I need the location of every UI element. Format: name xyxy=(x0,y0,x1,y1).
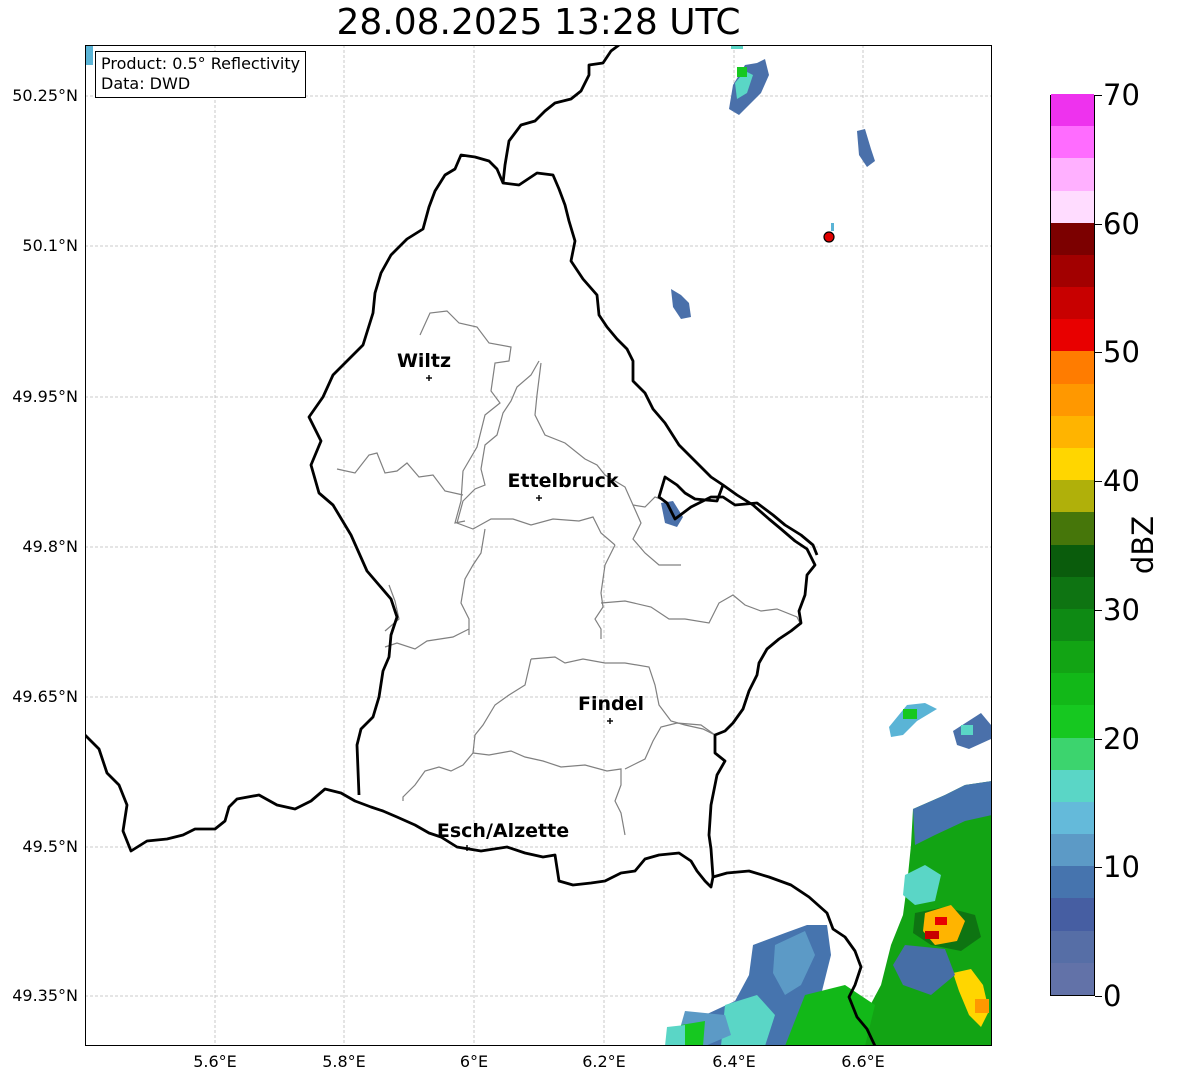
colorbar-tick-label: 50 xyxy=(1103,335,1140,370)
product-label: Product: 0.5° Reflectivity xyxy=(101,54,301,73)
colorbar-tick-mark xyxy=(1095,609,1102,611)
colorbar-segment xyxy=(1051,897,1094,931)
lon-tick-label: 5.8°E xyxy=(322,1052,366,1071)
colorbar-segment xyxy=(1051,447,1094,481)
lon-tick-label: 6°E xyxy=(459,1052,489,1071)
lat-tick-label: 49.65°N xyxy=(12,687,78,706)
colorbar-segment xyxy=(1051,318,1094,352)
colorbar-segment xyxy=(1051,125,1094,159)
colorbar-tick-label: 10 xyxy=(1103,850,1140,885)
dbz-colorbar xyxy=(1050,93,1095,996)
colorbar-segment xyxy=(1051,801,1094,835)
colorbar-tick-label: 40 xyxy=(1103,464,1140,499)
city-label-ettelbruck: Ettelbruck xyxy=(507,470,619,492)
lon-tick-label: 6.2°E xyxy=(582,1052,626,1071)
city-marker-wiltz xyxy=(426,375,432,381)
colorbar-tick-mark xyxy=(1095,95,1102,96)
product-info-box: Product: 0.5° Reflectivity Data: DWD xyxy=(95,51,307,98)
colorbar-segment xyxy=(1051,479,1094,513)
radar-echoes xyxy=(85,45,992,1046)
canton-borders xyxy=(336,310,802,836)
colorbar-segment xyxy=(1051,769,1094,802)
map-title: 28.08.2025 13:28 UTC xyxy=(336,2,741,43)
national-border xyxy=(85,45,877,1046)
colorbar-segment xyxy=(1051,415,1094,448)
city-label-wiltz: Wiltz xyxy=(396,350,452,372)
colorbar-segment xyxy=(1051,576,1094,609)
colorbar-tick-mark xyxy=(1095,352,1102,354)
radar-map xyxy=(85,45,992,1046)
colorbar-tick-label: 60 xyxy=(1103,206,1140,241)
colorbar-tick-mark xyxy=(1095,867,1102,869)
colorbar-segment xyxy=(1051,544,1094,577)
colorbar-segment xyxy=(1051,737,1094,770)
colorbar-segment xyxy=(1051,930,1094,963)
lat-tick-label: 49.35°N xyxy=(12,986,78,1005)
colorbar-segment xyxy=(1051,157,1094,191)
colorbar-segment xyxy=(1051,704,1094,738)
lon-tick-label: 6.4°E xyxy=(712,1052,756,1071)
gridlines xyxy=(85,45,992,1046)
map-border xyxy=(85,45,992,1046)
colorbar-tick-mark xyxy=(1095,738,1102,740)
city-marker-findel xyxy=(607,718,613,724)
colorbar-label: dBZ xyxy=(1126,515,1160,575)
colorbar-segment xyxy=(1051,608,1094,642)
colorbar-segment xyxy=(1051,350,1094,384)
city-marker-ettelbruck xyxy=(536,495,542,501)
city-markers xyxy=(426,375,613,851)
colorbar-segment xyxy=(1051,93,1094,127)
colorbar-segment xyxy=(1051,672,1094,706)
lon-tick-label: 5.6°E xyxy=(193,1052,237,1071)
colorbar-tick-mark xyxy=(1095,223,1102,225)
colorbar-segment xyxy=(1051,254,1094,288)
colorbar-segment xyxy=(1051,286,1094,320)
colorbar-segment xyxy=(1051,222,1094,255)
colorbar-tick-mark xyxy=(1095,996,1102,997)
colorbar-segment xyxy=(1051,865,1094,899)
colorbar-segment xyxy=(1051,383,1094,416)
colorbar-tick-label: 20 xyxy=(1103,721,1140,756)
colorbar-segment xyxy=(1051,190,1094,223)
radar-site-marker xyxy=(823,231,835,243)
lat-tick-label: 49.5°N xyxy=(22,837,78,856)
colorbar-segment xyxy=(1051,833,1094,867)
colorbar-tick-label: 30 xyxy=(1103,592,1140,627)
colorbar-tick-mark xyxy=(1095,481,1102,483)
lat-tick-label: 49.8°N xyxy=(22,537,78,556)
colorbar-segment xyxy=(1051,640,1094,674)
city-label-esch-alzette: Esch/Alzette xyxy=(436,820,570,842)
data-source-label: Data: DWD xyxy=(101,74,191,93)
colorbar-segment xyxy=(1051,511,1094,545)
colorbar-tick-label: 0 xyxy=(1103,979,1122,1013)
colorbar-segment xyxy=(1051,962,1094,995)
lat-tick-label: 50.1°N xyxy=(22,236,78,255)
lon-tick-label: 6.6°E xyxy=(841,1052,885,1071)
lat-tick-label: 50.25°N xyxy=(12,86,78,105)
map-canvas xyxy=(85,45,992,1046)
lat-tick-label: 49.95°N xyxy=(12,387,78,406)
city-label-findel: Findel xyxy=(577,693,645,715)
colorbar-tick-label: 70 xyxy=(1103,78,1140,112)
